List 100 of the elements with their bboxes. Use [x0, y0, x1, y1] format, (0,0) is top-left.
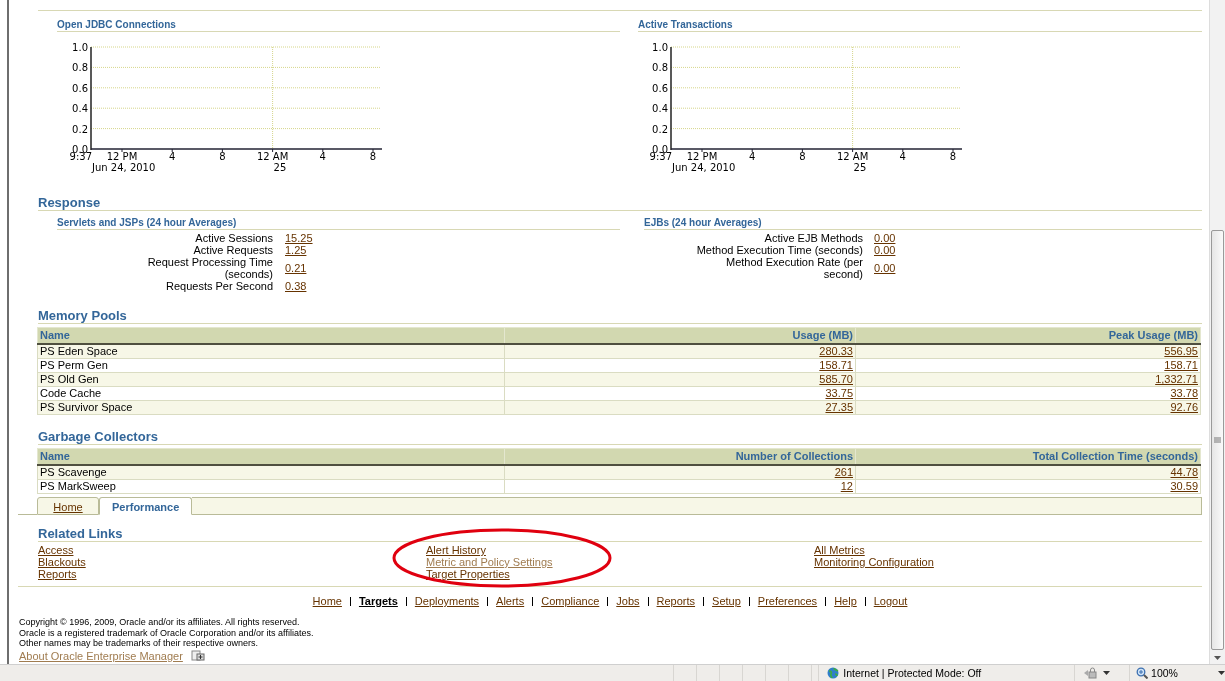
table-cell: PS MarkSweep [37, 479, 505, 494]
axis-label: 0.8 [72, 62, 88, 74]
nav-link[interactable]: Jobs [616, 595, 640, 608]
nav-link[interactable]: Logout [873, 595, 908, 608]
column-header: Number of Collections [504, 448, 856, 465]
related-link[interactable]: Access [38, 544, 74, 556]
column-header: Peak Usage (MB) [855, 327, 1201, 344]
value-link[interactable]: 585.70 [819, 373, 853, 385]
related-link[interactable]: Metric and Policy Settings [426, 556, 553, 568]
nav-link[interactable]: Targets [358, 595, 398, 608]
value-link[interactable]: 556.95 [1164, 345, 1198, 357]
axis-label: 4 [749, 151, 756, 162]
value-link[interactable]: 261 [834, 466, 853, 478]
axis-label: 4 [169, 151, 176, 162]
metric-label: Method Execution Time (seconds) [695, 244, 863, 256]
axis-label: 12 AM [836, 151, 869, 162]
caret-icon[interactable] [1218, 671, 1225, 675]
copyright-text: Copyright © 1996, 2009, Oracle and/or its affiliates. All rights reserved. [19, 617, 301, 628]
axis-label: 0.4 [72, 103, 88, 115]
axis-label: 9:37 [69, 151, 92, 162]
value-link[interactable]: 12 [840, 480, 853, 492]
value-link[interactable]: 27.35 [825, 401, 853, 413]
axis-label: 8 [949, 151, 957, 162]
table-cell: Code Cache [37, 386, 505, 401]
nav-link[interactable]: Help [834, 595, 857, 608]
value-link[interactable]: 280.33 [819, 345, 853, 357]
axis-label: 25 [853, 162, 867, 173]
axis-label: 4 [899, 151, 906, 162]
axis-label: 4 [319, 151, 326, 162]
value-link[interactable]: 30.59 [1170, 480, 1198, 492]
nav-link[interactable]: Alerts [496, 595, 525, 608]
axis-label: 8 [369, 151, 377, 162]
nav-link[interactable]: Home [312, 595, 342, 608]
related-link[interactable]: Target Properties [426, 568, 510, 580]
metric-label: Active Requests [192, 244, 273, 256]
about-link[interactable]: About Oracle Enterprise Manager [19, 649, 183, 662]
nav-link[interactable]: Preferences [757, 595, 818, 608]
nav-link[interactable]: Reports [656, 595, 696, 608]
copyright-text: Oracle is a registered trademark of Oracle Corporation and/or its affiliates. [19, 627, 315, 638]
tab[interactable]: Home [37, 497, 99, 515]
column-header: Name [37, 448, 505, 465]
metric-label: Active EJB Methods [763, 232, 863, 244]
axis-label: 12 PM [106, 151, 138, 162]
axis-label: 0.6 [652, 82, 668, 94]
section-heading: Memory Pools [38, 308, 1202, 324]
chart-title: Active Transactions [638, 18, 733, 31]
axis-label: Jun 24, 2010 [92, 162, 156, 173]
section-heading: Garbage Collectors [38, 429, 1202, 445]
axis-label: Jun 24, 2010 [672, 162, 736, 173]
metric-value[interactable]: 0.00 [874, 262, 896, 274]
value-link[interactable]: 158.71 [819, 359, 853, 371]
axis-label: 0.2 [652, 123, 668, 135]
metric-value[interactable]: 0.21 [285, 262, 307, 274]
related-link[interactable]: Monitoring Configuration [814, 556, 934, 568]
related-link[interactable]: Reports [38, 568, 77, 580]
axis-label: 0.6 [72, 82, 88, 94]
metric-label: Method Execution Rate (per second) [725, 256, 863, 280]
value-link[interactable]: 92.76 [1170, 401, 1198, 413]
scrollbar-thumb[interactable] [1211, 230, 1224, 650]
axis-label: 25 [273, 162, 287, 173]
metric-value[interactable]: 0.38 [285, 280, 307, 292]
value-link[interactable]: 44.78 [1170, 466, 1198, 478]
value-link[interactable]: 158.71 [1164, 359, 1198, 371]
group-title: EJBs (24 hour Averages) [644, 216, 762, 229]
value-link[interactable]: 33.75 [825, 387, 853, 399]
axis-label: 12 AM [256, 151, 289, 162]
related-link[interactable]: Blackouts [38, 556, 86, 568]
zoom-icon[interactable] [1136, 667, 1149, 679]
axis-label: 8 [219, 151, 226, 162]
axis-label: 0.8 [652, 62, 668, 74]
axis-label: 8 [799, 151, 806, 162]
nav-link[interactable]: Setup [712, 595, 741, 608]
axis-label: 0.2 [72, 123, 88, 135]
axis-label: 9:37 [649, 151, 672, 162]
table-cell: PS Perm Gen [37, 358, 505, 373]
metric-value[interactable]: 0.00 [874, 244, 896, 256]
value-link[interactable]: 33.78 [1170, 387, 1198, 399]
section-heading: Response [38, 195, 1202, 211]
metric-value[interactable]: 1.25 [285, 244, 307, 256]
nav-link[interactable]: Compliance [541, 595, 600, 608]
nav-link[interactable]: Deployments [414, 595, 480, 608]
value-link[interactable]: 1,332.71 [1155, 373, 1198, 385]
security-zone: Internet | Protected Mode: Off [843, 667, 982, 679]
lock-icon[interactable] [1083, 667, 1098, 679]
zoom-level[interactable]: 100% [1151, 667, 1178, 679]
metric-value[interactable]: 15.25 [285, 232, 313, 244]
copyright-text: Other names may be trademarks of their respective owners. [19, 638, 260, 649]
tab[interactable]: Performance [99, 497, 193, 515]
new-window-icon[interactable] [190, 650, 205, 661]
related-link[interactable]: All Metrics [814, 544, 865, 556]
caret-icon[interactable] [1103, 671, 1111, 675]
axis-label: 0.4 [652, 103, 668, 115]
column-header: Total Collection Time (seconds) [855, 448, 1201, 465]
related-link[interactable]: Alert History [426, 544, 486, 556]
chart-title: Open JDBC Connections [57, 18, 176, 31]
section-heading: Related Links [38, 526, 1202, 542]
metric-value[interactable]: 0.00 [874, 232, 896, 244]
group-title: Servlets and JSPs (24 hour Averages) [57, 216, 237, 229]
column-header: Usage (MB) [504, 327, 856, 344]
globe-icon [827, 667, 840, 679]
